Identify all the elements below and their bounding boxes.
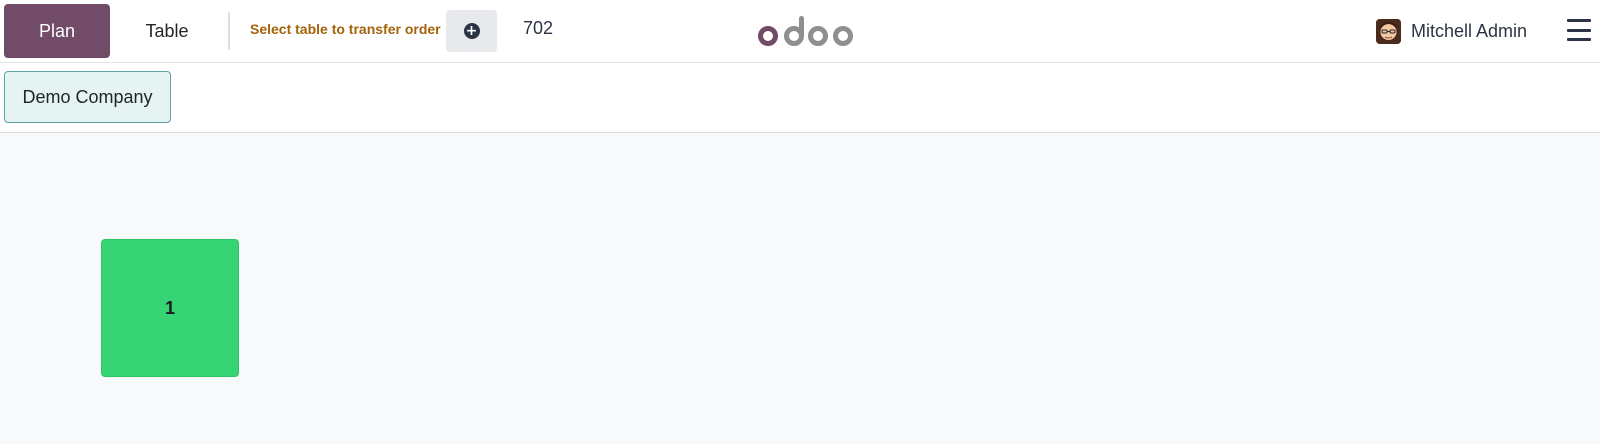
order-number[interactable]: 702: [523, 18, 553, 42]
transfer-order-hint: Select table to transfer order: [250, 21, 441, 37]
add-order-button[interactable]: +: [446, 10, 497, 52]
table-number: 1: [164, 297, 175, 318]
menu-line: [1567, 38, 1591, 41]
floor-selector-bar: Demo Company: [0, 63, 1600, 133]
floor-tab-demo-company[interactable]: Demo Company: [4, 71, 171, 123]
plus-circle-icon: +: [463, 23, 480, 39]
menu-line: [1567, 19, 1591, 22]
navbar-divider: [228, 12, 230, 50]
odoo-logo: [758, 16, 853, 46]
plan-button[interactable]: Plan: [4, 4, 110, 58]
user-name: Mitchell Admin: [1411, 20, 1528, 41]
user-menu[interactable]: Mitchell Admin: [1376, 17, 1527, 45]
menu-line: [1567, 28, 1591, 32]
table-button[interactable]: Table: [118, 4, 216, 58]
table-tile[interactable]: 1: [101, 239, 239, 377]
floor-plan-area: 1: [0, 133, 1600, 444]
hamburger-menu-icon[interactable]: [1566, 17, 1592, 43]
user-avatar: [1376, 18, 1401, 44]
top-navbar: Plan Table Select table to transfer orde…: [0, 0, 1600, 63]
